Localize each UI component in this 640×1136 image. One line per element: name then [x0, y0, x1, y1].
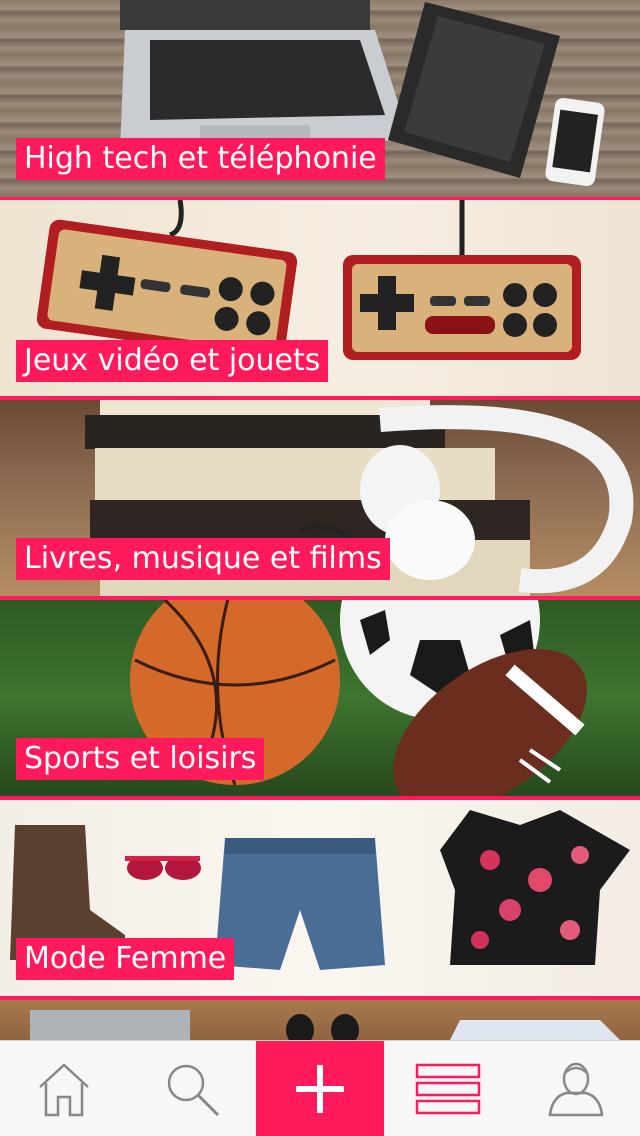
bottom-tab-bar	[0, 1040, 640, 1136]
category-label: Livres, musique et films	[16, 538, 390, 580]
search-icon	[167, 1064, 220, 1117]
category-label: Mode Femme	[16, 938, 235, 980]
tab-add[interactable]	[256, 1041, 384, 1136]
category-image-partial	[0, 1000, 640, 1040]
tab-home[interactable]	[0, 1041, 128, 1136]
category-feed[interactable]: High tech et téléphonie Jeux vidéo et jo…	[0, 0, 640, 1040]
tab-categories[interactable]	[384, 1041, 512, 1136]
tab-profile[interactable]	[512, 1041, 640, 1136]
category-label: High tech et téléphonie	[16, 138, 385, 180]
category-mode-femme[interactable]: Mode Femme	[0, 800, 640, 996]
menu-list-icon	[415, 1063, 481, 1115]
category-sports[interactable]: Sports et loisirs	[0, 600, 640, 796]
tab-search[interactable]	[128, 1041, 256, 1136]
category-jeux-video[interactable]: Jeux vidéo et jouets	[0, 200, 640, 396]
user-icon	[548, 1062, 604, 1117]
plus-icon	[296, 1065, 344, 1113]
category-label: Jeux vidéo et jouets	[16, 340, 329, 382]
category-high-tech[interactable]: High tech et téléphonie	[0, 0, 640, 197]
category-livres[interactable]: Livres, musique et films	[0, 400, 640, 596]
category-next-partial[interactable]	[0, 1000, 640, 1040]
category-label: Sports et loisirs	[16, 738, 265, 780]
home-icon	[39, 1063, 89, 1117]
